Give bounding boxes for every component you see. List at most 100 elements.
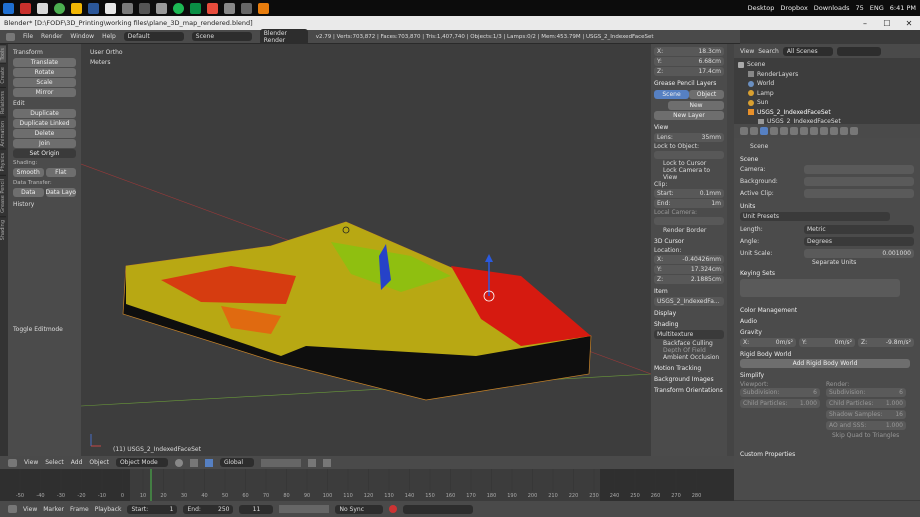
viewport-menu-view[interactable]: View (24, 459, 38, 466)
shading-mode-icon[interactable] (174, 458, 183, 467)
menu-render[interactable]: Render (41, 33, 62, 40)
sync-select[interactable]: No Sync (335, 504, 384, 514)
3d-viewport[interactable]: User Ortho Meters (11) USGS_2_IndexedFac… (81, 44, 651, 456)
playback-controls-icon[interactable] (279, 505, 330, 513)
outliner-display-select[interactable]: All Scenes (782, 46, 833, 56)
transform-orientation-select[interactable]: Global (219, 458, 254, 467)
tab-shading[interactable]: Shading (0, 215, 6, 244)
viewport-subdivision-field[interactable]: Subdivision: 6 (740, 388, 820, 397)
app-icon-5[interactable] (105, 2, 116, 14)
world-tab-icon[interactable] (770, 127, 778, 135)
data-layout-button[interactable]: Data Layo (45, 188, 76, 197)
outliner-row-lamp[interactable]: Lamp (738, 89, 916, 99)
backface-culling-checkbox[interactable]: Backface Culling (654, 340, 724, 347)
timeline-menu-frame[interactable]: Frame (70, 506, 89, 513)
unit-scale-field[interactable]: 0.001000 (804, 248, 914, 258)
multitexture-select[interactable]: Multitexture (654, 330, 724, 339)
app-icon-7[interactable] (139, 2, 150, 14)
physics-tab-icon[interactable] (850, 127, 858, 135)
texture-tab-icon[interactable] (830, 127, 838, 135)
transform-orientations-header[interactable]: Transform Orientations (654, 387, 724, 394)
particles-tab-icon[interactable] (840, 127, 848, 135)
app-icon-3[interactable] (71, 2, 82, 14)
duplicate-linked-button[interactable]: Duplicate Linked (13, 119, 76, 128)
gravity-y-field[interactable]: Y: 0m/s² (799, 338, 855, 347)
gp-new-layer-button[interactable]: New Layer (654, 111, 724, 120)
render-layers-tab-icon[interactable] (750, 127, 758, 135)
keying-set-field[interactable] (403, 504, 474, 514)
render-border-checkbox[interactable]: Render Border (654, 227, 724, 234)
outliner-row-renderlayers[interactable]: RenderLayers (738, 70, 916, 80)
gp-object-tab[interactable]: Object (689, 90, 724, 99)
add-rigid-body-world-button[interactable]: Add Rigid Body World (740, 359, 910, 368)
flat-button[interactable]: Flat (45, 168, 76, 177)
menu-help[interactable]: Help (102, 33, 116, 40)
custom-properties-header[interactable]: Custom Properties (740, 451, 914, 458)
dimension-z[interactable]: Z: 17.4cm (654, 67, 724, 76)
scene-panel-header[interactable]: Scene (740, 156, 914, 163)
lens-field[interactable]: Lens: 35mm (654, 133, 724, 142)
data-tab-icon[interactable] (810, 127, 818, 135)
render-tab-icon[interactable] (740, 127, 748, 135)
shadow-samples-field[interactable]: Shadow Samples: 16 (826, 410, 906, 419)
chrome-icon[interactable] (54, 2, 65, 14)
tab-relations[interactable]: Relations (0, 86, 6, 117)
tray-desktop[interactable]: Desktop (748, 4, 775, 12)
data-button[interactable]: Data (13, 188, 44, 197)
end-frame-field[interactable]: End: 250 (183, 504, 234, 514)
ambient-occlusion-checkbox[interactable]: Ambient Occlusion (654, 354, 724, 361)
item-name-field[interactable]: USGS_2_IndexedFa... (654, 297, 724, 306)
clip-start-field[interactable]: Start: 0.1mm (654, 189, 724, 198)
mirror-button[interactable]: Mirror (13, 88, 76, 97)
delete-button[interactable]: Delete (13, 129, 76, 138)
timeline-menu-playback[interactable]: Playback (95, 506, 122, 513)
timeline[interactable]: -50 -40 -30 -20 -10 0 10 20 30 40 50 60 70 80 90 100 110… (0, 469, 734, 501)
viewport-menu-select[interactable]: Select (45, 459, 64, 466)
keying-sets-list[interactable] (740, 279, 900, 297)
camera-field[interactable] (804, 164, 914, 174)
layers-icon[interactable] (260, 458, 301, 467)
app-icon-11[interactable] (224, 2, 235, 14)
blender-taskbar-icon[interactable] (258, 2, 269, 14)
background-images-header[interactable]: Background Images (654, 376, 724, 383)
length-select[interactable]: Metric (804, 224, 914, 234)
npanel-scrollbar[interactable] (727, 44, 734, 456)
timeline-editor-icon[interactable] (8, 505, 17, 513)
timeline-menu-view[interactable]: View (23, 506, 37, 513)
app-icon-1[interactable] (20, 2, 31, 14)
unit-presets-select[interactable]: Unit Presets (740, 212, 890, 221)
duplicate-button[interactable]: Duplicate (13, 109, 76, 118)
edit-header[interactable]: Edit (13, 100, 76, 107)
outliner-row-scene[interactable]: Scene (738, 60, 916, 70)
close-icon[interactable]: ✕ (898, 16, 920, 30)
tray-language[interactable]: ENG (870, 4, 884, 12)
viewport-editor-type-icon[interactable] (8, 458, 17, 467)
constraints-tab-icon[interactable] (790, 127, 798, 135)
timeline-menu-marker[interactable]: Marker (43, 506, 64, 513)
scene-tab-icon[interactable] (760, 127, 768, 135)
gravity-z-field[interactable]: Z: -9.8m/s² (858, 338, 914, 347)
object-tab-icon[interactable] (780, 127, 788, 135)
dimension-x[interactable]: X: 18.3cm (654, 47, 724, 56)
motion-tracking-header[interactable]: Motion Tracking (654, 365, 724, 372)
lock-object-field[interactable] (654, 151, 724, 159)
viewport-child-particles-field[interactable]: Child Particles: 1.000 (740, 399, 820, 408)
gp-new-button[interactable]: New (668, 101, 724, 110)
gp-scene-tab[interactable]: Scene (654, 90, 689, 99)
app-icon-10[interactable] (207, 2, 218, 14)
scale-button[interactable]: Scale (13, 78, 76, 87)
smooth-button[interactable]: Smooth (13, 168, 44, 177)
rotate-button[interactable]: Rotate (13, 68, 76, 77)
outliner-view-menu[interactable]: View (740, 48, 754, 55)
viewport-menu-add[interactable]: Add (71, 459, 83, 466)
app-icon-6[interactable] (122, 2, 133, 14)
keying-sets-header[interactable]: Keying Sets (740, 270, 914, 277)
record-icon[interactable] (389, 505, 398, 513)
render-subdivision-field[interactable]: Subdivision: 6 (826, 388, 906, 397)
history-header[interactable]: History (13, 201, 76, 208)
audio-header[interactable]: Audio (740, 318, 914, 325)
units-panel-header[interactable]: Units (740, 203, 914, 210)
mode-select[interactable]: Object Mode (115, 458, 168, 467)
tab-physics[interactable]: Physics (0, 149, 6, 175)
lock-camera-checkbox[interactable]: Lock Camera to View (654, 167, 724, 181)
